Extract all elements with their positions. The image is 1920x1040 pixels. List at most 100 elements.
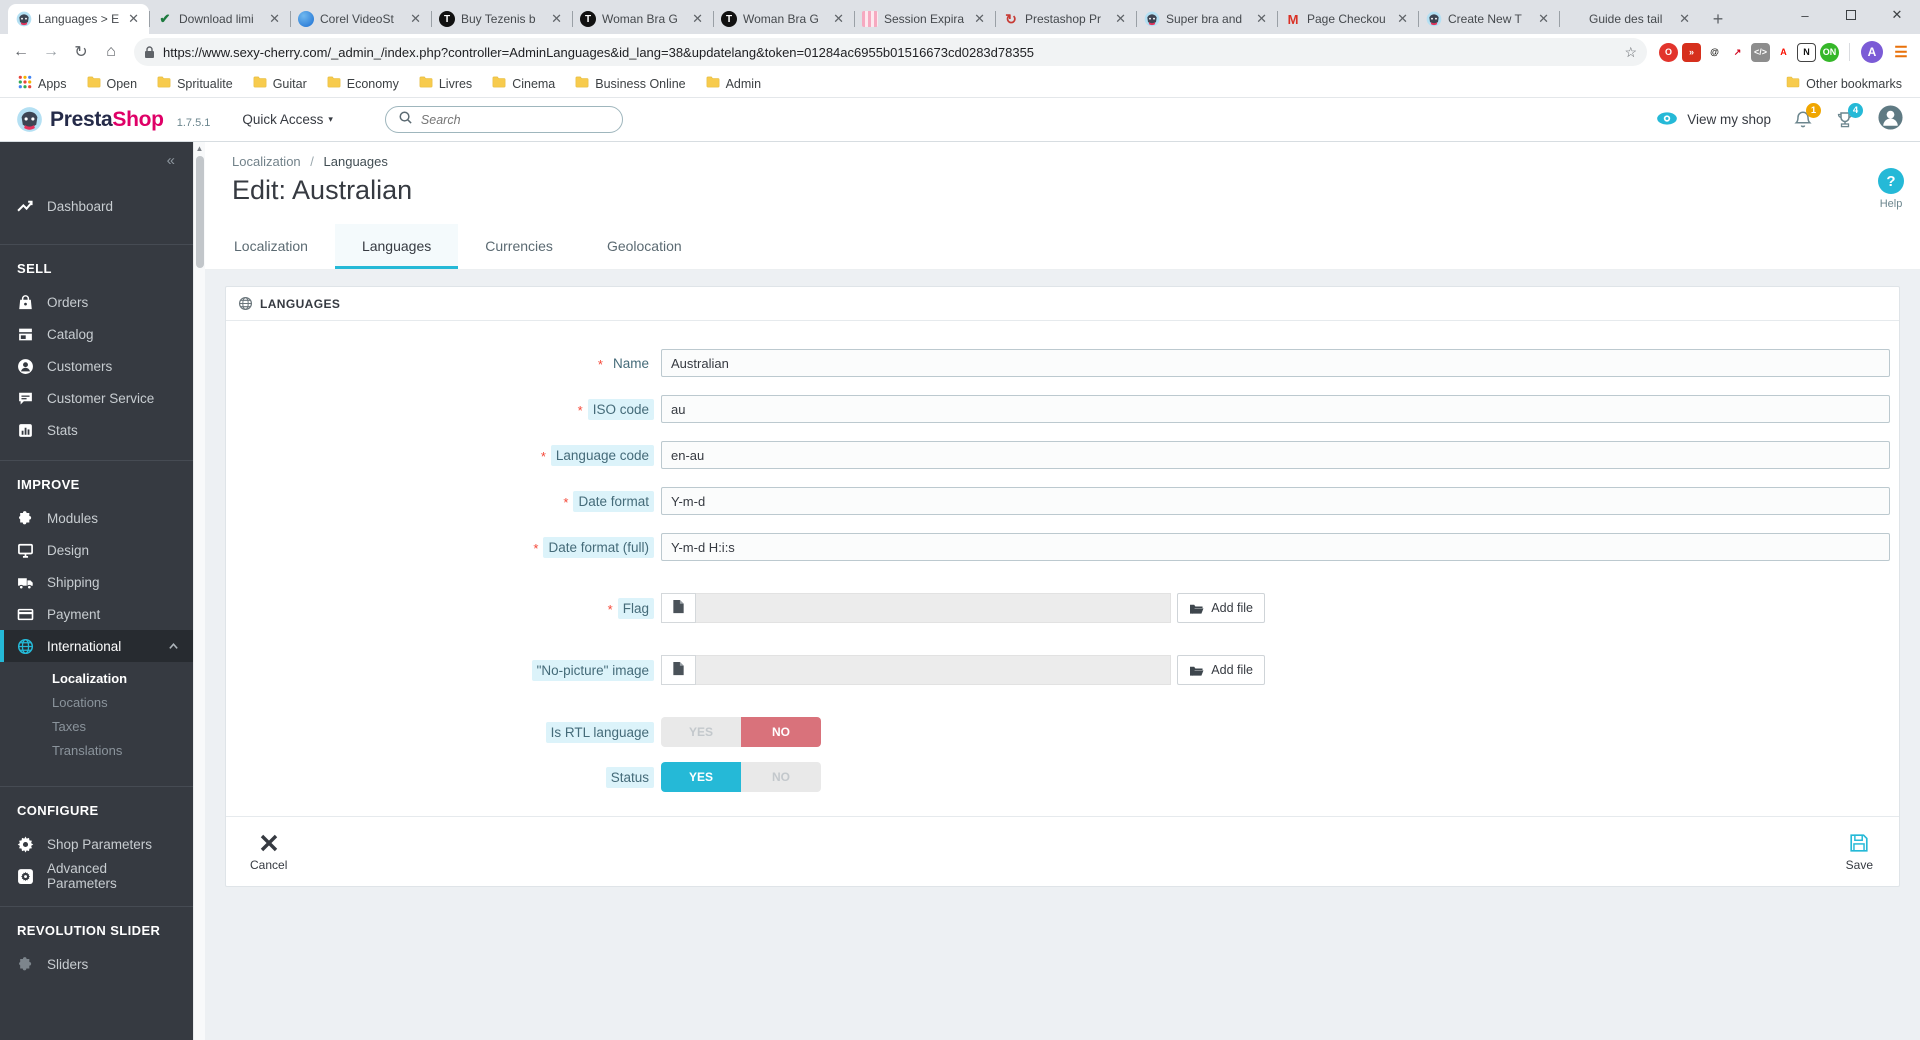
sidebar-item-modules[interactable]: Modules <box>0 502 193 534</box>
sidebar-item-design[interactable]: Design <box>0 534 193 566</box>
reload-icon[interactable]: ↻ <box>68 39 94 65</box>
on-icon[interactable]: ON <box>1820 42 1839 62</box>
bookmark-item[interactable]: Open <box>79 73 146 94</box>
tab-languages[interactable]: Languages <box>334 224 459 269</box>
browser-tab[interactable]: T Woman Bra G ✕ <box>713 4 854 34</box>
no-picture-image-add-file-button[interactable]: Add file <box>1177 655 1265 685</box>
tab-close-icon[interactable]: ✕ <box>1113 11 1128 27</box>
search-input[interactable] <box>420 112 581 127</box>
tab-close-icon[interactable]: ✕ <box>1395 11 1410 27</box>
tab-close-icon[interactable]: ✕ <box>831 11 846 27</box>
sidebar-item-dashboard[interactable]: Dashboard <box>0 190 193 222</box>
bookmark-star-icon[interactable]: ☆ <box>1624 44 1637 61</box>
is-rtl-yes-button[interactable]: YES <box>661 717 741 747</box>
sidebar-item-payment[interactable]: Payment <box>0 598 193 630</box>
view-my-shop-link[interactable]: View my shop <box>1655 111 1771 129</box>
browser-tab[interactable]: Super bra and ✕ <box>1136 4 1277 34</box>
notion-icon[interactable]: N <box>1797 42 1816 62</box>
sidebar-scrollbar[interactable]: ▲ <box>193 142 205 1040</box>
scroll-up-icon[interactable]: ▲ <box>194 144 205 153</box>
tab-close-icon[interactable]: ✕ <box>126 11 141 27</box>
tab-geolocation[interactable]: Geolocation <box>580 224 709 269</box>
browser-tab[interactable]: ↻ Prestashop Pr ✕ <box>995 4 1136 34</box>
sidebar-item-customers[interactable]: Customers <box>0 350 193 382</box>
browser-tab[interactable]: T Buy Tezenis b ✕ <box>431 4 572 34</box>
bookmark-item[interactable]: Guitar <box>245 73 315 94</box>
fast-forward-icon[interactable]: » <box>1682 42 1701 62</box>
code-icon[interactable]: </> <box>1751 42 1770 62</box>
home-icon[interactable]: ⌂ <box>98 39 124 65</box>
other-bookmarks[interactable]: Other bookmarks <box>1778 74 1910 93</box>
date-format-full-input[interactable] <box>661 533 1890 561</box>
help-button[interactable]: ? <box>1878 168 1904 194</box>
flag-filename-input[interactable] <box>696 593 1172 623</box>
maximize-button[interactable] <box>1828 0 1874 30</box>
close-button[interactable]: ✕ <box>1874 0 1920 30</box>
forward-icon[interactable]: → <box>38 39 64 65</box>
back-icon[interactable]: ← <box>8 39 34 65</box>
sidebar-subitem-taxes[interactable]: Taxes <box>0 714 193 738</box>
sidebar-item-orders[interactable]: Orders <box>0 286 193 318</box>
sidebar-item-international[interactable]: International <box>0 630 193 662</box>
notifications-bell[interactable]: 1 <box>1793 102 1821 130</box>
bookmark-item[interactable]: Livres <box>411 73 480 94</box>
language-code-input[interactable] <box>661 441 1890 469</box>
scrollbar-thumb[interactable] <box>196 156 204 268</box>
minimize-button[interactable]: – <box>1782 0 1828 30</box>
browser-tab[interactable]: M Page Checkou ✕ <box>1277 4 1418 34</box>
achievements-trophy[interactable]: 4 <box>1835 102 1863 130</box>
sidebar-item-customer-service[interactable]: Customer Service <box>0 382 193 414</box>
status-yes-button[interactable]: YES <box>661 762 741 792</box>
new-tab-button[interactable]: + <box>1704 5 1732 33</box>
chrome-profile-avatar[interactable]: A <box>1861 41 1883 63</box>
browser-tab[interactable]: T Woman Bra G ✕ <box>572 4 713 34</box>
tab-close-icon[interactable]: ✕ <box>549 11 564 27</box>
sidebar-subitem-translations[interactable]: Translations <box>0 738 193 762</box>
flag-add-file-button[interactable]: Add file <box>1177 593 1265 623</box>
sidebar-item-shipping[interactable]: Shipping <box>0 566 193 598</box>
tab-close-icon[interactable]: ✕ <box>1536 11 1551 27</box>
sidebar-item-stats[interactable]: Stats <box>0 414 193 446</box>
no-picture-image-filename-input[interactable] <box>696 655 1172 685</box>
tab-close-icon[interactable]: ✕ <box>267 11 282 27</box>
no-picture-image-file-icon-button[interactable] <box>661 655 696 685</box>
prestashop-logo[interactable]: PrestaShop 1.7.5.1 <box>16 106 214 133</box>
admin-search[interactable] <box>384 106 623 133</box>
sidebar-item-shop-parameters[interactable]: Shop Parameters <box>0 828 193 860</box>
bookmark-item[interactable]: Business Online <box>567 73 693 94</box>
sidebar-subitem-localization[interactable]: Localization <box>0 666 193 690</box>
sidebar-item-sliders[interactable]: Sliders <box>0 948 193 980</box>
bookmark-item[interactable]: Cinema <box>484 73 563 94</box>
quick-access-dropdown[interactable]: Quick Access ▾ <box>242 112 333 127</box>
swirl-icon[interactable]: @ <box>1705 42 1724 62</box>
tab-close-icon[interactable]: ✕ <box>1254 11 1269 27</box>
breadcrumb-localization[interactable]: Localization <box>232 154 301 169</box>
browser-tab[interactable]: Create New T ✕ <box>1418 4 1559 34</box>
date-format-input[interactable] <box>661 487 1890 515</box>
status-no-button[interactable]: NO <box>741 762 821 792</box>
flag-file-icon-button[interactable] <box>661 593 696 623</box>
sidebar-subitem-locations[interactable]: Locations <box>0 690 193 714</box>
url-bar[interactable]: https://www.sexy-cherry.com/_admin_/inde… <box>134 38 1647 66</box>
cancel-button[interactable]: Cancel <box>250 832 287 872</box>
browser-tab[interactable]: Corel VideoSt ✕ <box>290 4 431 34</box>
browser-tab[interactable]: ✔ Download limi ✕ <box>149 4 290 34</box>
chrome-menu-icon[interactable]: ☰ <box>1890 41 1912 63</box>
bookmark-item[interactable]: Admin <box>698 73 769 94</box>
browser-tab[interactable]: Session Expira ✕ <box>854 4 995 34</box>
adblock-icon[interactable]: O <box>1659 42 1678 62</box>
tab-localization[interactable]: Localization <box>207 224 335 269</box>
bookmark-item[interactable]: Economy <box>319 73 407 94</box>
sidebar-item-catalog[interactable]: Catalog <box>0 318 193 350</box>
browser-tab[interactable]: Guide des tail ✕ <box>1559 4 1700 34</box>
tab-currencies[interactable]: Currencies <box>458 224 580 269</box>
is-rtl-no-button[interactable]: NO <box>741 717 821 747</box>
tab-close-icon[interactable]: ✕ <box>1677 11 1692 27</box>
tab-close-icon[interactable]: ✕ <box>972 11 987 27</box>
account-avatar[interactable] <box>1877 104 1904 136</box>
bookmark-item[interactable]: Spritualite <box>149 73 241 94</box>
tab-close-icon[interactable]: ✕ <box>408 11 423 27</box>
name-input[interactable] <box>661 349 1890 377</box>
sidebar-item-advanced-parameters[interactable]: Advanced Parameters <box>0 860 193 892</box>
save-button[interactable]: Save <box>1846 832 1873 872</box>
